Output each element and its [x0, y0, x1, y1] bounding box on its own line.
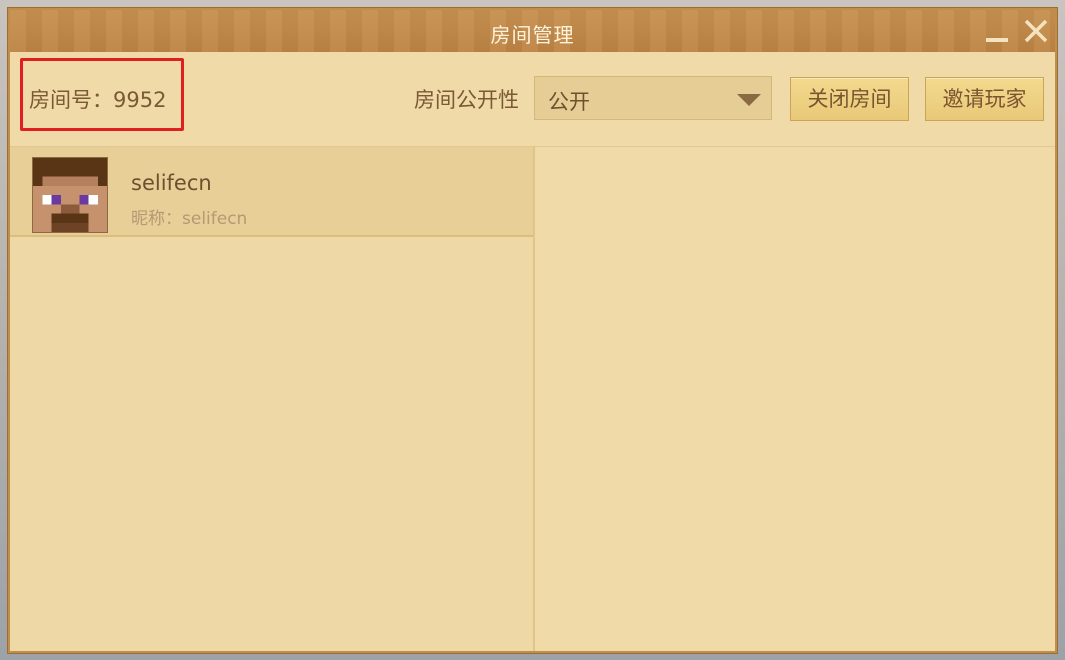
close-icon	[1024, 19, 1048, 43]
toolbar: 房间号：9952 房间公开性 公开 关闭房间 邀请玩家	[10, 52, 1055, 147]
minimize-button[interactable]	[983, 18, 1009, 44]
detail-pane	[535, 147, 1055, 651]
room-id-label: 房间号：9952	[29, 88, 167, 112]
player-name: selifecn	[131, 171, 212, 195]
invite-players-button[interactable]: 邀请玩家	[925, 77, 1044, 121]
room-management-window: 房间管理 房间号：9952 房间公开性 公开 关闭房间 邀请玩家 selifec…	[8, 8, 1057, 653]
close-window-button[interactable]	[1023, 18, 1049, 44]
minimize-icon	[986, 38, 1008, 42]
player-list-item[interactable]: selifecn 昵称：selifecn	[10, 147, 533, 237]
player-list: selifecn 昵称：selifecn	[10, 147, 535, 651]
window-title: 房间管理	[490, 23, 575, 47]
chevron-down-icon	[737, 94, 761, 106]
title-bar[interactable]: 房间管理	[10, 10, 1055, 53]
close-room-button[interactable]: 关闭房间	[790, 77, 909, 121]
player-nickname: 昵称：selifecn	[131, 209, 248, 229]
visibility-select[interactable]: 公开	[534, 76, 772, 120]
visibility-label: 房间公开性	[414, 88, 519, 112]
visibility-selected-value: 公开	[548, 90, 590, 114]
steve-head-icon	[32, 157, 108, 233]
